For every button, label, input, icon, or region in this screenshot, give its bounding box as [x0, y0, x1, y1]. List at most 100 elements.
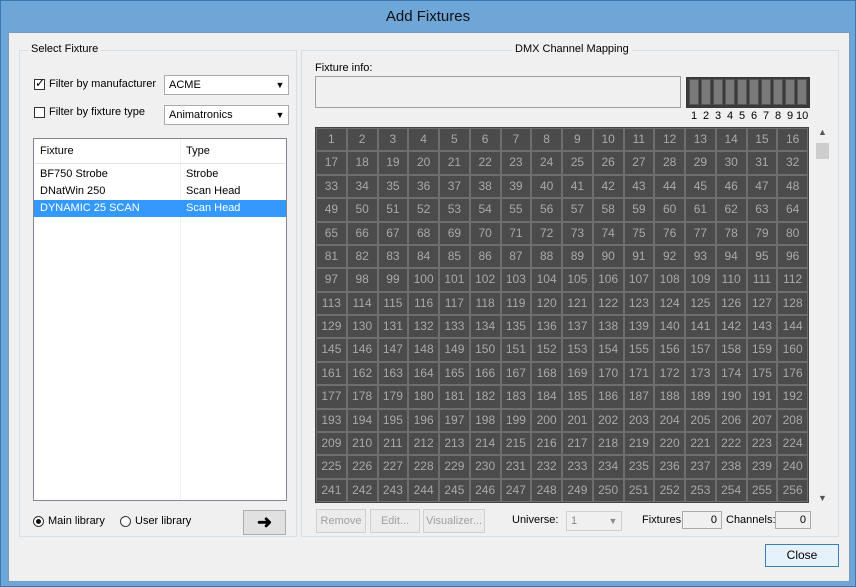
dmx-channel-cell[interactable]: 231	[500, 455, 532, 479]
dmx-channel-cell[interactable]: 84	[408, 244, 439, 269]
dmx-channel-cell[interactable]: 113	[316, 291, 347, 315]
dmx-channel-cell[interactable]: 238	[715, 455, 747, 479]
dmx-channel-cell[interactable]: 131	[377, 315, 409, 339]
dmx-channel-cell[interactable]: 180	[408, 385, 439, 409]
dmx-channel-cell[interactable]: 138	[592, 315, 624, 339]
dmx-channel-cell[interactable]: 92	[654, 244, 685, 269]
dmx-channel-cell[interactable]: 115	[377, 291, 409, 315]
dmx-channel-cell[interactable]: 256	[777, 478, 808, 502]
scroll-down-icon[interactable]: ▼	[815, 493, 830, 503]
dmx-channel-cell[interactable]: 126	[715, 291, 747, 315]
dmx-channel-cell[interactable]: 158	[715, 338, 747, 362]
dmx-channel-cell[interactable]: 105	[562, 268, 593, 292]
dmx-channel-cell[interactable]: 227	[377, 455, 409, 479]
dmx-channel-cell[interactable]: 186	[592, 385, 624, 409]
dmx-channel-cell[interactable]: 255	[746, 478, 778, 502]
dmx-channel-cell[interactable]: 132	[408, 315, 439, 339]
dmx-channel-cell[interactable]: 207	[746, 408, 778, 432]
dmx-channel-cell[interactable]: 33	[316, 174, 347, 199]
dmx-channel-cell[interactable]: 253	[685, 478, 716, 502]
column-header-fixture[interactable]: Fixture	[40, 145, 74, 157]
dmx-channel-cell[interactable]: 18	[346, 151, 378, 175]
dmx-channel-cell[interactable]: 155	[623, 338, 655, 362]
dmx-channel-cell[interactable]: 94	[715, 244, 747, 269]
dmx-channel-cell[interactable]: 78	[715, 221, 747, 245]
dmx-channel-cell[interactable]: 218	[592, 431, 624, 456]
dmx-channel-cell[interactable]: 151	[500, 338, 532, 362]
dmx-channel-cell[interactable]: 243	[377, 478, 409, 502]
dmx-channel-cell[interactable]: 82	[346, 244, 378, 269]
dmx-channel-cell[interactable]: 98	[346, 268, 378, 292]
dmx-channel-cell[interactable]: 118	[469, 291, 501, 315]
dmx-channel-cell[interactable]: 81	[316, 244, 347, 269]
dmx-channel-cell[interactable]: 152	[531, 338, 562, 362]
dmx-channel-cell[interactable]: 135	[500, 315, 532, 339]
dmx-channel-cell[interactable]: 249	[562, 478, 593, 502]
dmx-channel-cell[interactable]: 229	[439, 455, 470, 479]
dmx-channel-cell[interactable]: 13	[685, 128, 716, 152]
fixture-type-select[interactable]: Animatronics ▼	[164, 105, 289, 125]
dmx-channel-cell[interactable]: 200	[531, 408, 562, 432]
user-library-radio[interactable]: User library	[120, 515, 191, 527]
dmx-channel-cell[interactable]: 42	[592, 174, 624, 199]
dmx-channel-cell[interactable]: 146	[346, 338, 378, 362]
dmx-channel-cell[interactable]: 139	[623, 315, 655, 339]
dmx-channel-cell[interactable]: 209	[316, 431, 347, 456]
dmx-channel-cell[interactable]: 244	[408, 478, 439, 502]
dmx-channel-cell[interactable]: 141	[685, 315, 716, 339]
dmx-channel-cell[interactable]: 7	[500, 128, 532, 152]
dmx-channel-cell[interactable]: 248	[531, 478, 562, 502]
dmx-channel-cell[interactable]: 162	[346, 361, 378, 386]
dmx-channel-cell[interactable]: 39	[500, 174, 532, 199]
dmx-channel-cell[interactable]: 182	[469, 385, 501, 409]
fixture-list[interactable]: Fixture Type BF750 Strobe Strobe DNatWin…	[33, 138, 287, 501]
dmx-channel-cell[interactable]: 16	[777, 128, 808, 152]
dmx-channel-cell[interactable]: 175	[746, 361, 778, 386]
dmx-channel-cell[interactable]: 246	[469, 478, 501, 502]
dmx-channel-cell[interactable]: 41	[562, 174, 593, 199]
dmx-channel-cell[interactable]: 97	[316, 268, 347, 292]
dmx-channel-cell[interactable]: 8	[531, 128, 562, 152]
dmx-channel-cell[interactable]: 178	[346, 385, 378, 409]
dmx-channel-cell[interactable]: 236	[654, 455, 685, 479]
dmx-channel-cell[interactable]: 53	[439, 198, 470, 222]
dmx-channel-cell[interactable]: 172	[654, 361, 685, 386]
dmx-channel-cell[interactable]: 153	[562, 338, 593, 362]
dmx-channel-cell[interactable]: 133	[439, 315, 470, 339]
dmx-channel-cell[interactable]: 161	[316, 361, 347, 386]
dmx-channel-cell[interactable]: 120	[531, 291, 562, 315]
dmx-channel-cell[interactable]: 57	[562, 198, 593, 222]
dmx-channel-cell[interactable]: 196	[408, 408, 439, 432]
dmx-channel-cell[interactable]: 12	[654, 128, 685, 152]
dmx-channel-cell[interactable]: 66	[346, 221, 378, 245]
dmx-channel-cell[interactable]: 125	[685, 291, 716, 315]
dmx-channel-cell[interactable]: 189	[685, 385, 716, 409]
dmx-channel-cell[interactable]: 233	[562, 455, 593, 479]
dmx-channel-cell[interactable]: 252	[654, 478, 685, 502]
dmx-channel-cell[interactable]: 215	[500, 431, 532, 456]
dmx-channel-cell[interactable]: 61	[685, 198, 716, 222]
list-item[interactable]: BF750 Strobe Strobe	[34, 166, 286, 183]
dmx-channel-cell[interactable]: 35	[377, 174, 409, 199]
dmx-channel-cell[interactable]: 22	[469, 151, 501, 175]
dmx-channel-cell[interactable]: 64	[777, 198, 808, 222]
dmx-channel-cell[interactable]: 54	[469, 198, 501, 222]
dmx-channel-cell[interactable]: 214	[469, 431, 501, 456]
dmx-channel-cell[interactable]: 127	[746, 291, 778, 315]
list-item-selected[interactable]: DYNAMIC 25 SCAN Scan Head	[34, 200, 286, 217]
dmx-channel-cell[interactable]: 198	[469, 408, 501, 432]
dmx-channel-cell[interactable]: 204	[654, 408, 685, 432]
dmx-channel-cell[interactable]: 173	[685, 361, 716, 386]
dmx-channel-cell[interactable]: 230	[469, 455, 501, 479]
dmx-channel-cell[interactable]: 60	[654, 198, 685, 222]
dmx-channel-cell[interactable]: 99	[377, 268, 409, 292]
dmx-channel-cell[interactable]: 31	[746, 151, 778, 175]
dmx-channel-cell[interactable]: 183	[500, 385, 532, 409]
dmx-channel-cell[interactable]: 168	[531, 361, 562, 386]
dmx-channel-cell[interactable]: 3	[377, 128, 409, 152]
dmx-channel-cell[interactable]: 226	[346, 455, 378, 479]
dmx-channel-cell[interactable]: 44	[654, 174, 685, 199]
dmx-channel-cell[interactable]: 23	[500, 151, 532, 175]
dmx-channel-cell[interactable]: 134	[469, 315, 501, 339]
dmx-channel-cell[interactable]: 102	[469, 268, 501, 292]
